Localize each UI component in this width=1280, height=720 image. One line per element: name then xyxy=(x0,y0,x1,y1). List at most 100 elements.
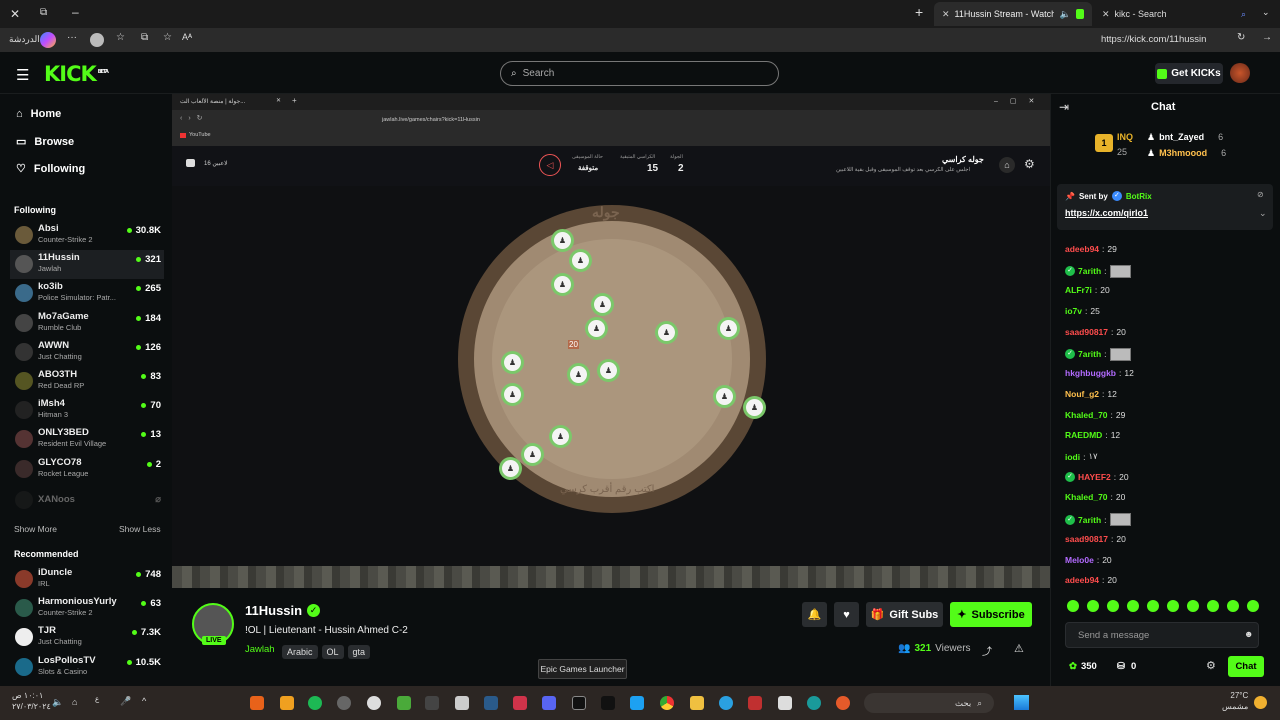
chat-message[interactable]: adeeb94:29 xyxy=(1065,244,1117,254)
weather-widget[interactable]: 27°C مشمس xyxy=(1222,691,1248,711)
stream-tag[interactable]: OL xyxy=(321,645,344,659)
more-icon[interactable]: ··· xyxy=(67,32,77,43)
minimize-icon[interactable]: – xyxy=(72,5,79,19)
new-tab-icon[interactable]: + xyxy=(915,4,923,20)
kick-logo[interactable]: KICK BETA xyxy=(44,62,109,86)
emote-icon[interactable] xyxy=(1187,600,1199,612)
nav-home[interactable]: ⌂ Home xyxy=(16,108,61,120)
chat-message[interactable]: hkghbuggkb:12 xyxy=(1065,368,1134,378)
edge-icon[interactable] xyxy=(807,696,821,710)
chat-message[interactable]: Khaled_70:20 xyxy=(1065,492,1125,502)
restore-icon[interactable]: ⧉ xyxy=(40,7,47,18)
chat-username[interactable]: adeeb94 xyxy=(1065,244,1099,254)
chat-input[interactable]: Send a message ☻ xyxy=(1065,622,1259,648)
channel-row[interactable]: Absi Counter-Strike 2 30.8K xyxy=(10,221,164,250)
chat-username[interactable]: saad90817 xyxy=(1065,534,1108,544)
telegram-icon[interactable] xyxy=(719,696,733,710)
chat-message[interactable]: Khaled_70:29 xyxy=(1065,410,1125,420)
chat-message[interactable]: RAEDMD:12 xyxy=(1065,430,1120,440)
notification-button[interactable]: 🔔 xyxy=(802,602,827,627)
channel-row[interactable]: ONLY3BED Resident Evil Village 13 xyxy=(10,425,164,454)
offline-channel[interactable]: XANoos ⌀ xyxy=(10,486,164,515)
search-box[interactable]: بحث ⌕ xyxy=(864,693,994,713)
stream-tag[interactable]: Arabic xyxy=(282,645,318,659)
channel-row[interactable]: LosPollosTV Slots & Casino 10.5K xyxy=(10,653,164,682)
chat-username[interactable]: Khaled_70 xyxy=(1065,410,1108,420)
collapse-chat-icon[interactable]: ⇥ xyxy=(1059,100,1069,114)
url-field[interactable]: https://kick.com/11hussin xyxy=(1101,34,1206,45)
chrome-icon[interactable] xyxy=(660,696,674,710)
tab-search[interactable]: ✕ kikc - Search ⌕ xyxy=(1094,2,1254,26)
chat-username[interactable]: saad90817 xyxy=(1065,327,1108,337)
taskbar-clock[interactable]: ١٠:٠١ ص ٢٧/٠٣/٢٠٢٤ xyxy=(12,691,51,711)
forward-icon[interactable]: → xyxy=(1262,32,1272,43)
chat-username[interactable]: Nouf_g2 xyxy=(1065,389,1099,399)
get-kicks-button[interactable]: Get KICKs xyxy=(1155,63,1223,84)
user-avatar[interactable] xyxy=(1230,63,1250,83)
streamer-name[interactable]: 11Hussin xyxy=(245,603,302,618)
chat-username[interactable]: Khaled_70 xyxy=(1065,492,1108,502)
emote-icon[interactable] xyxy=(1147,600,1159,612)
close-tab-icon[interactable]: ✕ xyxy=(1102,9,1110,20)
taskbar-app-icon[interactable] xyxy=(513,696,527,710)
taskbar-app-icon[interactable] xyxy=(337,696,351,710)
chat-username[interactable]: 7arith xyxy=(1078,266,1101,276)
copilot-icon[interactable] xyxy=(40,32,56,48)
chatgpt-icon[interactable] xyxy=(367,696,381,710)
search-input[interactable]: ⌕ Search xyxy=(500,61,779,86)
chat-settings-icon[interactable]: ⚙ xyxy=(1206,659,1216,672)
gifts-display[interactable]: ⛁ 0 xyxy=(1117,661,1136,672)
chat-message[interactable]: Melo0e:20 xyxy=(1065,555,1112,565)
chat-message[interactable]: ✓ 7arith: xyxy=(1065,513,1131,527)
add-favorite-icon[interactable]: ☆ xyxy=(163,32,172,43)
tiktok-icon[interactable] xyxy=(601,696,615,710)
taskbar-app-icon[interactable] xyxy=(280,696,294,710)
chat-username[interactable]: hkghbuggkb xyxy=(1065,368,1116,378)
send-chat-button[interactable]: Chat xyxy=(1228,656,1264,677)
channel-row[interactable]: iDuncle IRL 748 xyxy=(10,565,164,594)
hamburger-menu-icon[interactable]: ☰ xyxy=(16,66,29,84)
stream-tag[interactable]: gta xyxy=(347,645,371,659)
epic-games-icon[interactable] xyxy=(572,696,586,710)
taskbar-app-icon[interactable] xyxy=(397,696,411,710)
gift-subs-button[interactable]: 🎁 Gift Subs xyxy=(866,602,943,627)
show-less-button[interactable]: Show Less xyxy=(119,524,161,534)
channel-row[interactable]: AWWN Just Chatting 126 xyxy=(10,338,164,367)
pinned-link[interactable]: https://x.com/qirlo1 xyxy=(1065,208,1148,218)
nav-following[interactable]: ♡ Following xyxy=(16,162,85,176)
chat-message[interactable]: ALFr7i:20 xyxy=(1065,285,1110,295)
start-button[interactable] xyxy=(1014,695,1029,710)
collections-icon[interactable]: ⧉ xyxy=(141,32,148,43)
channel-row[interactable]: iMsh4 Hitman 3 70 xyxy=(10,396,164,425)
share-icon[interactable]: ⤴ xyxy=(982,643,992,658)
taskbar-app-icon[interactable] xyxy=(250,696,264,710)
chat-username[interactable]: io7v xyxy=(1065,306,1082,316)
channel-row[interactable]: ko3ib Police Simulator: Patr... 265 xyxy=(10,279,164,308)
chat-message[interactable]: adeeb94:20 xyxy=(1065,575,1117,585)
chat-username[interactable]: Melo0e xyxy=(1065,555,1094,565)
chat-username[interactable]: 7arith xyxy=(1078,515,1101,525)
language-icon[interactable]: ع xyxy=(95,695,99,703)
chat-message[interactable]: saad90817:20 xyxy=(1065,327,1126,337)
account-avatar[interactable] xyxy=(90,33,104,47)
emote-icon[interactable] xyxy=(1107,600,1119,612)
channel-row[interactable]: 11Hussin Jawlah 321 xyxy=(10,250,164,280)
chat-message[interactable]: iodi:١٧ xyxy=(1065,451,1098,462)
network-icon[interactable]: ⌂ xyxy=(72,697,77,707)
steam-icon[interactable] xyxy=(484,696,498,710)
nav-browse[interactable]: ▭ Browse xyxy=(16,135,74,149)
chat-username[interactable]: adeeb94 xyxy=(1065,575,1099,585)
spotify-icon[interactable] xyxy=(308,696,322,710)
reload-icon[interactable]: ↻ xyxy=(1237,32,1245,43)
brave-icon[interactable] xyxy=(836,696,850,710)
chat-message[interactable]: ✓ HAYEF2:20 xyxy=(1065,471,1129,482)
emote-icon[interactable] xyxy=(1167,600,1179,612)
chat-message[interactable]: io7v:25 xyxy=(1065,306,1100,316)
taskbar-app-icon[interactable] xyxy=(748,696,762,710)
close-tab-icon[interactable]: ✕ xyxy=(942,9,950,20)
video-player[interactable]: جولة | منصة الألعاب الت... ✕ + –▢✕ ‹›↻ j… xyxy=(172,94,1050,588)
channel-row[interactable]: Mo7aGame Rumble Club 184 xyxy=(10,309,164,338)
channel-row[interactable]: TJR Just Chatting 7.3K xyxy=(10,623,164,652)
category-link[interactable]: Jawlah xyxy=(245,644,275,655)
store-icon[interactable] xyxy=(778,696,792,710)
